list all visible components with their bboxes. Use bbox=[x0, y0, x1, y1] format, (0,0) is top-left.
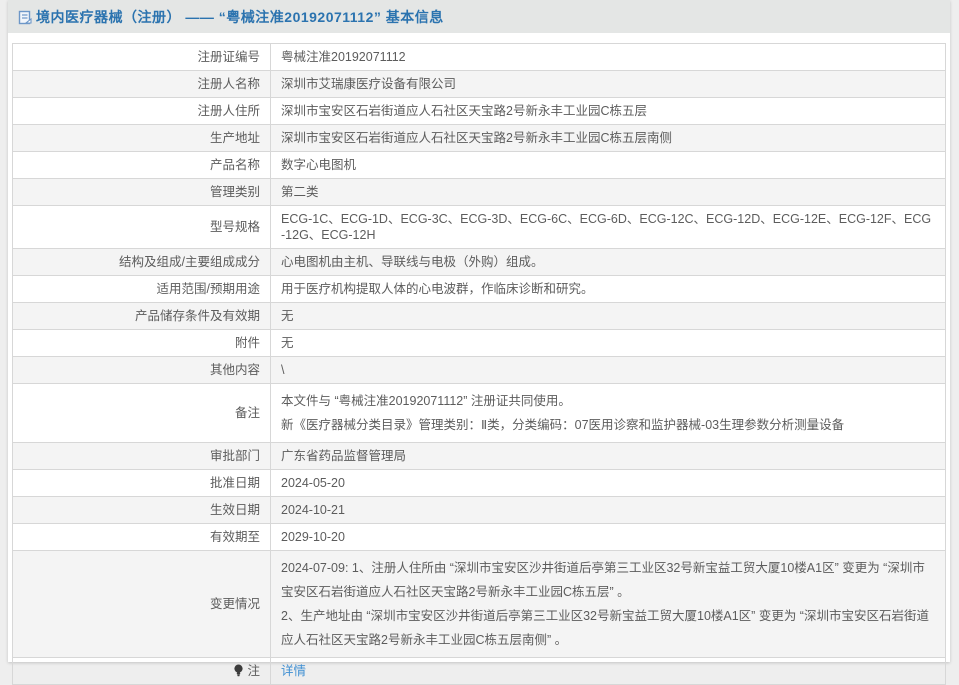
row-value: 2024-07-09: 1、注册人住所由 “深圳市宝安区沙井街道后亭第三工业区3… bbox=[271, 551, 946, 658]
row-label: 产品储存条件及有效期 bbox=[13, 303, 271, 330]
table-row: 备注本文件与 “粤械注准20192071112” 注册证共同使用。新《医疗器械分… bbox=[13, 384, 946, 443]
row-label: 注册人名称 bbox=[13, 71, 271, 98]
row-value: 数字心电图机 bbox=[271, 152, 946, 179]
row-value: 本文件与 “粤械注准20192071112” 注册证共同使用。新《医疗器械分类目… bbox=[271, 384, 946, 443]
row-label: 注册证编号 bbox=[13, 44, 271, 71]
row-label: 管理类别 bbox=[13, 179, 271, 206]
row-label: 注 bbox=[13, 658, 271, 685]
info-panel: 注册证编号粤械注准20192071112注册人名称深圳市艾瑞康医疗设备有限公司注… bbox=[8, 33, 950, 662]
row-label: 注册人住所 bbox=[13, 98, 271, 125]
row-label: 有效期至 bbox=[13, 524, 271, 551]
row-value-line: 数字心电图机 bbox=[281, 157, 935, 173]
row-value-line: 2024-07-09: 1、注册人住所由 “深圳市宝安区沙井街道后亭第三工业区3… bbox=[281, 556, 935, 604]
row-label: 批准日期 bbox=[13, 470, 271, 497]
table-row: 附件无 bbox=[13, 330, 946, 357]
table-row: 产品名称数字心电图机 bbox=[13, 152, 946, 179]
row-value: 无 bbox=[271, 330, 946, 357]
table-row: 审批部门广东省药品监督管理局 bbox=[13, 443, 946, 470]
row-value: 心电图机由主机、导联线与电极（外购）组成。 bbox=[271, 249, 946, 276]
row-label: 附件 bbox=[13, 330, 271, 357]
row-value-line: 深圳市宝安区石岩街道应人石社区天宝路2号新永丰工业园C栋五层南侧 bbox=[281, 130, 935, 146]
table-row: 注详情 bbox=[13, 658, 946, 685]
table-row: 生产地址深圳市宝安区石岩街道应人石社区天宝路2号新永丰工业园C栋五层南侧 bbox=[13, 125, 946, 152]
row-value: 无 bbox=[271, 303, 946, 330]
row-value-line: 2、生产地址由 “深圳市宝安区沙井街道后亭第三工业区32号新宝益工贸大厦10楼A… bbox=[281, 604, 935, 652]
row-label: 审批部门 bbox=[13, 443, 271, 470]
row-label: 型号规格 bbox=[13, 206, 271, 249]
row-label: 其他内容 bbox=[13, 357, 271, 384]
row-value-line: 新《医疗器械分类目录》管理类别：Ⅱ类，分类编码：07医用诊察和监护器械-03生理… bbox=[281, 413, 935, 437]
row-value-line: 本文件与 “粤械注准20192071112” 注册证共同使用。 bbox=[281, 389, 935, 413]
table-row: 有效期至 2029-10-20 bbox=[13, 524, 946, 551]
row-value: 详情 bbox=[271, 658, 946, 685]
row-label: 结构及组成/主要组成成分 bbox=[13, 249, 271, 276]
row-label: 产品名称 bbox=[13, 152, 271, 179]
table-row: 适用范围/预期用途用于医疗机构提取人体的心电波群，作临床诊断和研究。 bbox=[13, 276, 946, 303]
page-header: 境内医疗器械（注册） —— “粤械注准20192071112” 基本信息 bbox=[8, 0, 950, 33]
table-row: 生效日期 2024-10-21 bbox=[13, 497, 946, 524]
row-value-line: 深圳市宝安区石岩街道应人石社区天宝路2号新永丰工业园C栋五层 bbox=[281, 103, 935, 119]
row-value: \ bbox=[271, 357, 946, 384]
page-title: 境内医疗器械（注册） —— “粤械注准20192071112” 基本信息 bbox=[36, 7, 444, 27]
row-value: 深圳市宝安区石岩街道应人石社区天宝路2号新永丰工业园C栋五层 bbox=[271, 98, 946, 125]
row-value-line: 第二类 bbox=[281, 184, 935, 200]
table-row: 其他内容 \ bbox=[13, 357, 946, 384]
document-icon bbox=[18, 10, 32, 25]
row-value: 用于医疗机构提取人体的心电波群，作临床诊断和研究。 bbox=[271, 276, 946, 303]
row-value-line: 2029-10-20 bbox=[281, 529, 935, 545]
row-value: 2024-05-20 bbox=[271, 470, 946, 497]
row-value-line: 用于医疗机构提取人体的心电波群，作临床诊断和研究。 bbox=[281, 281, 935, 297]
row-value: 2029-10-20 bbox=[271, 524, 946, 551]
details-link[interactable]: 详情 bbox=[281, 664, 306, 678]
row-value-line: 2024-10-21 bbox=[281, 502, 935, 518]
row-label: 变更情况 bbox=[13, 551, 271, 658]
table-row: 批准日期 2024-05-20 bbox=[13, 470, 946, 497]
row-value-line: 心电图机由主机、导联线与电极（外购）组成。 bbox=[281, 254, 935, 270]
info-table-body: 注册证编号粤械注准20192071112注册人名称深圳市艾瑞康医疗设备有限公司注… bbox=[13, 44, 946, 685]
row-label: 生效日期 bbox=[13, 497, 271, 524]
row-value-line: 无 bbox=[281, 335, 935, 351]
row-value: 粤械注准20192071112 bbox=[271, 44, 946, 71]
row-label: 备注 bbox=[13, 384, 271, 443]
row-value: 第二类 bbox=[271, 179, 946, 206]
content-container: 境内医疗器械（注册） —— “粤械注准20192071112” 基本信息 注册证… bbox=[8, 0, 950, 662]
registration-info-table: 注册证编号粤械注准20192071112注册人名称深圳市艾瑞康医疗设备有限公司注… bbox=[12, 43, 946, 685]
table-row: 型号规格 ECG-1C、ECG-1D、ECG-3C、ECG-3D、ECG-6C、E… bbox=[13, 206, 946, 249]
row-value-line: ECG-1C、ECG-1D、ECG-3C、ECG-3D、ECG-6C、ECG-6… bbox=[281, 211, 935, 243]
table-row: 注册人名称深圳市艾瑞康医疗设备有限公司 bbox=[13, 71, 946, 98]
row-value-line: \ bbox=[281, 362, 935, 378]
row-value: ECG-1C、ECG-1D、ECG-3C、ECG-3D、ECG-6C、ECG-6… bbox=[271, 206, 946, 249]
row-label: 适用范围/预期用途 bbox=[13, 276, 271, 303]
row-value-line: 广东省药品监督管理局 bbox=[281, 448, 935, 464]
row-value-line: 粤械注准20192071112 bbox=[281, 49, 935, 65]
lightbulb-icon bbox=[233, 664, 244, 677]
row-value: 深圳市宝安区石岩街道应人石社区天宝路2号新永丰工业园C栋五层南侧 bbox=[271, 125, 946, 152]
table-row: 结构及组成/主要组成成分心电图机由主机、导联线与电极（外购）组成。 bbox=[13, 249, 946, 276]
row-value: 深圳市艾瑞康医疗设备有限公司 bbox=[271, 71, 946, 98]
row-value-line: 深圳市艾瑞康医疗设备有限公司 bbox=[281, 76, 935, 92]
table-row: 管理类别第二类 bbox=[13, 179, 946, 206]
table-row: 注册证编号粤械注准20192071112 bbox=[13, 44, 946, 71]
table-row: 变更情况2024-07-09: 1、注册人住所由 “深圳市宝安区沙井街道后亭第三… bbox=[13, 551, 946, 658]
table-row: 产品储存条件及有效期无 bbox=[13, 303, 946, 330]
row-label: 生产地址 bbox=[13, 125, 271, 152]
row-value-line: 无 bbox=[281, 308, 935, 324]
row-value: 广东省药品监督管理局 bbox=[271, 443, 946, 470]
row-value: 2024-10-21 bbox=[271, 497, 946, 524]
table-row: 注册人住所深圳市宝安区石岩街道应人石社区天宝路2号新永丰工业园C栋五层 bbox=[13, 98, 946, 125]
row-value-line: 2024-05-20 bbox=[281, 475, 935, 491]
